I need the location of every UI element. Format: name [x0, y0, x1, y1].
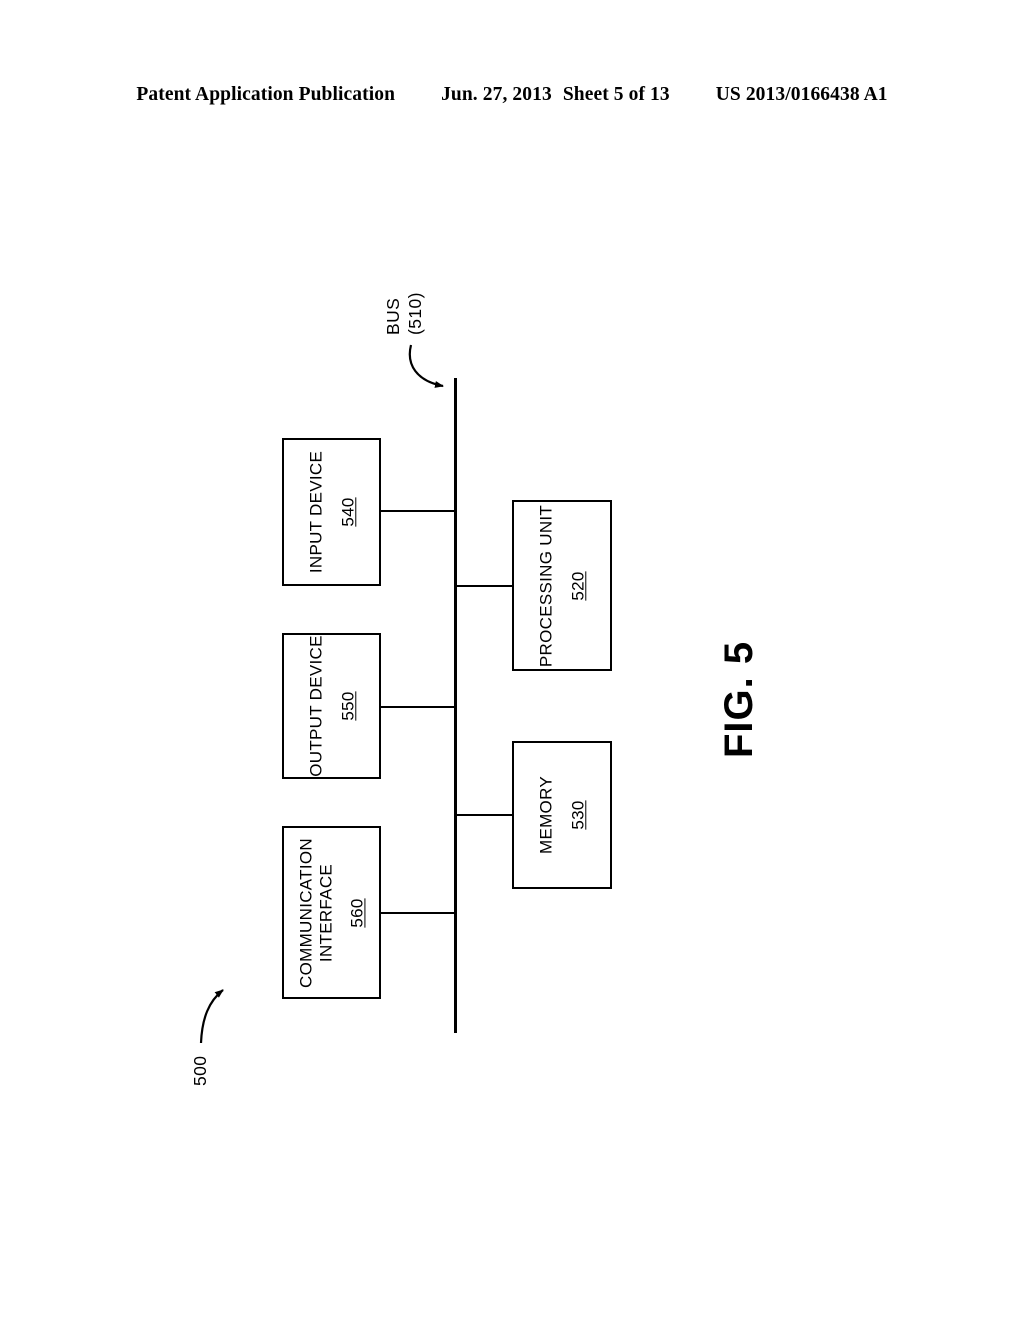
system-reference-label: 500	[190, 1055, 210, 1086]
block-communication-interface-label-line2: INTERFACE	[315, 863, 335, 962]
connector-input-device-to-bus	[381, 510, 456, 512]
block-output-device: OUTPUT DEVICE 550	[282, 633, 381, 779]
bus-label: BUS (510)	[383, 292, 427, 335]
block-memory: MEMORY 530	[512, 741, 612, 889]
block-input-device: INPUT DEVICE 540	[282, 438, 381, 586]
figure-5-diagram: INPUT DEVICE 540 OUTPUT DEVICE 550 COMMU…	[0, 0, 1024, 1320]
connector-communication-interface-to-bus	[380, 912, 456, 914]
figure-caption: FIG. 5	[717, 640, 761, 758]
connector-memory-to-bus	[454, 814, 513, 816]
connector-output-device-to-bus	[380, 706, 456, 708]
block-input-device-reference: 540	[337, 497, 357, 527]
block-output-device-reference: 550	[337, 691, 357, 721]
bus-leader-arrow	[408, 344, 444, 388]
block-memory-label: MEMORY	[536, 776, 556, 854]
connector-processing-unit-to-bus	[454, 585, 513, 587]
block-output-device-label: OUTPUT DEVICE	[305, 635, 325, 777]
block-memory-reference: 530	[568, 800, 587, 830]
block-processing-unit-reference: 520	[568, 570, 587, 601]
bus-label-text: BUS	[383, 297, 403, 335]
block-processing-unit-label: PROCESSING UNIT	[536, 504, 556, 667]
block-communication-interface: COMMUNICATION INTERFACE 560	[282, 826, 381, 999]
block-communication-interface-reference: 560	[347, 897, 367, 928]
block-processing-unit: PROCESSING UNIT 520	[512, 500, 612, 671]
system-reference-leader-arrow	[199, 989, 224, 1044]
bus-label-reference: (510)	[404, 292, 425, 335]
block-communication-interface-label-line1: COMMUNICATION	[295, 837, 315, 988]
block-input-device-label: INPUT DEVICE	[305, 450, 325, 574]
